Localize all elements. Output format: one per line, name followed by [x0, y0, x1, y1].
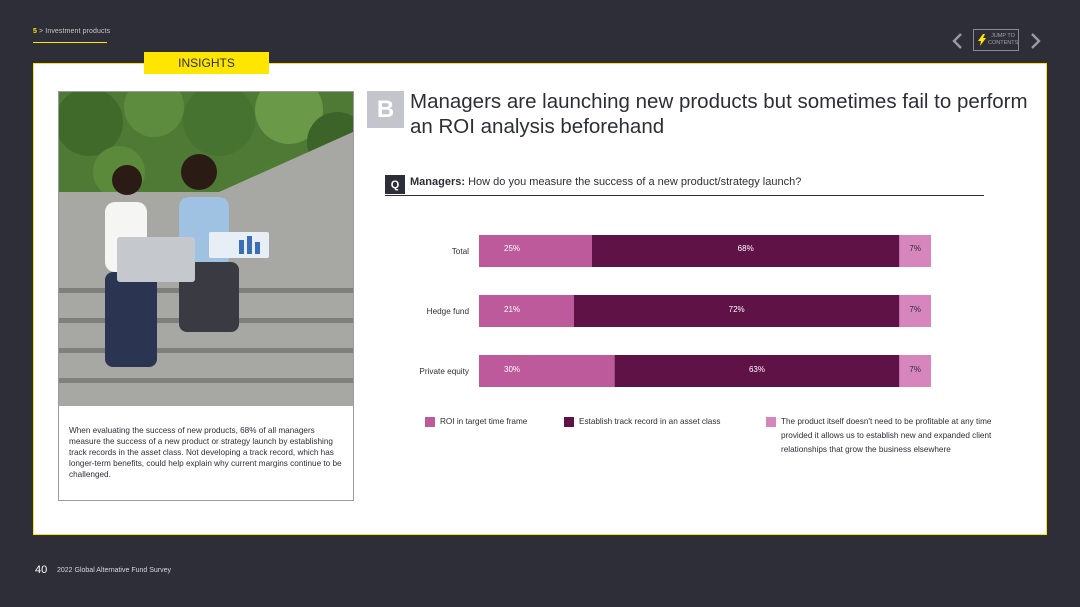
data-label: 72% [729, 305, 745, 314]
data-label: 21% [504, 305, 520, 314]
data-label: 7% [909, 305, 921, 314]
legend-swatch [766, 417, 776, 427]
bar-segment [479, 355, 615, 387]
legend-swatch [564, 417, 574, 427]
legend-label: The product itself doesn't need to be pr… [781, 417, 992, 454]
category-label: Private equity [419, 367, 470, 376]
stacked-bar-chart: Total 25% 68% 7% Hedge fund 21% 72% 7% Private e… [419, 235, 931, 387]
legend-label: Establish track record in an asset class [579, 417, 721, 426]
category-label: Hedge fund [427, 307, 470, 316]
legend-swatch [425, 417, 435, 427]
bar-segment [479, 295, 574, 327]
data-label: 63% [749, 365, 765, 374]
footer-title: 2022 Global Alternative Fund Survey [57, 567, 172, 574]
category-label: Total [452, 247, 469, 256]
data-label: 30% [504, 365, 520, 374]
bar-segment [479, 235, 592, 267]
data-label: 7% [909, 365, 921, 374]
legend-label: ROI in target time frame [440, 417, 528, 426]
data-label: 68% [738, 244, 754, 253]
data-label: 7% [909, 244, 921, 253]
page-number: 40 [35, 564, 48, 576]
data-label: 25% [504, 244, 520, 253]
